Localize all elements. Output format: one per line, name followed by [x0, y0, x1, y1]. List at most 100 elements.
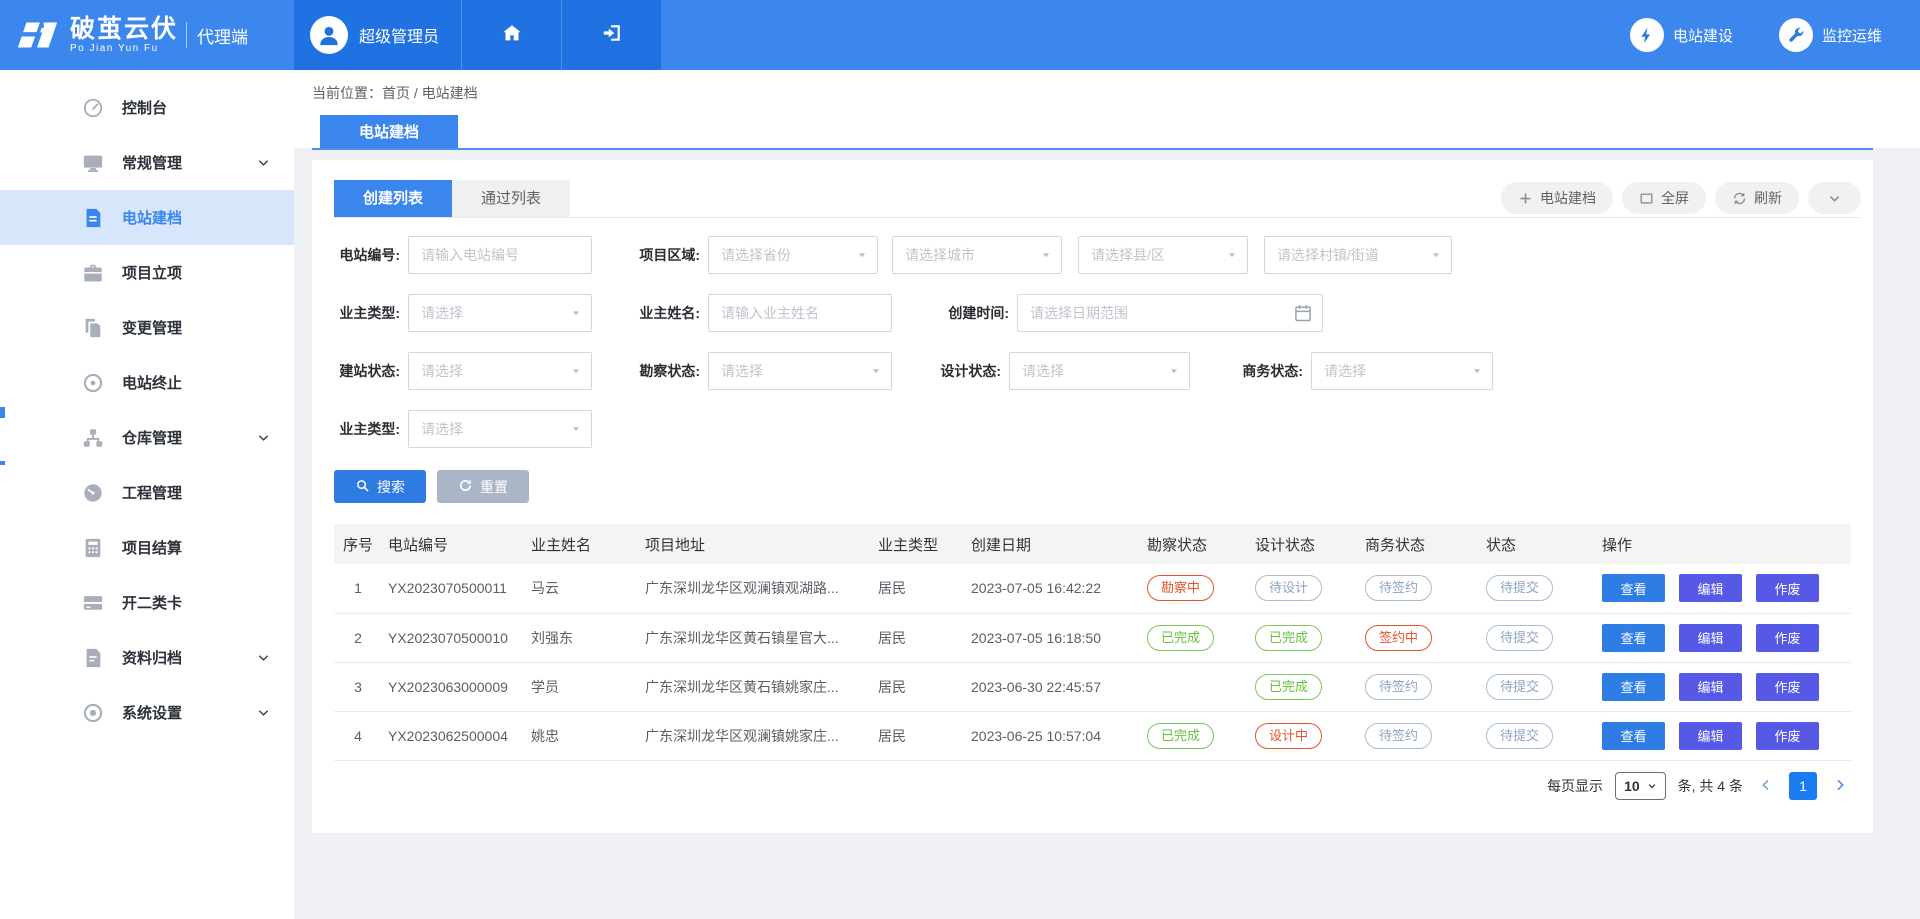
station-code-input[interactable]	[408, 236, 592, 274]
void-button[interactable]: 作废	[1756, 722, 1819, 750]
more-button[interactable]	[1808, 182, 1861, 214]
date-range-input[interactable]	[1017, 294, 1323, 332]
sign-out-icon	[601, 22, 623, 49]
survey-status-select[interactable]: 请选择	[708, 352, 892, 390]
build-status-select[interactable]: 请选择	[408, 352, 592, 390]
sidebar-item-system-settings[interactable]: 系统设置	[0, 685, 294, 740]
cell-index: 1	[334, 564, 382, 613]
plus-icon	[1518, 191, 1533, 206]
edit-button[interactable]: 编辑	[1679, 624, 1742, 652]
field-label: 项目区域:	[614, 245, 700, 265]
caret-down-icon	[1472, 366, 1482, 376]
owner-name-input[interactable]	[708, 294, 892, 332]
owner-type-select[interactable]: 请选择	[408, 294, 592, 332]
sidebar-item-change-management[interactable]: 变更管理	[0, 300, 294, 355]
portal-label: 代理端	[197, 23, 248, 48]
sidebar-item-console[interactable]: 控制台	[0, 80, 294, 135]
refresh-button[interactable]: 刷新	[1715, 182, 1799, 214]
user-menu[interactable]: 超级管理员	[294, 0, 461, 70]
field-label: 商务状态:	[1217, 361, 1303, 381]
prev-page-button[interactable]	[1755, 775, 1777, 797]
app-header: 破茧云伏 Po Jian Yun Fu 代理端 超级管理员 电站建设 监控运维	[0, 0, 1920, 70]
cell-station-code: YX2023063000009	[382, 662, 525, 711]
view-button[interactable]: 查看	[1602, 574, 1665, 602]
cell-business-status: 签约中	[1359, 613, 1480, 662]
status-badge: 待签约	[1365, 723, 1432, 749]
edit-button[interactable]: 编辑	[1679, 574, 1742, 602]
current-page-button[interactable]: 1	[1789, 772, 1817, 800]
sidebar-item-project-settlement[interactable]: 项目结算	[0, 520, 294, 575]
quick-nav-monitor-ops[interactable]: 监控运维	[1779, 18, 1882, 52]
fullscreen-button[interactable]: 全屏	[1622, 182, 1706, 214]
quick-nav-station-build[interactable]: 电站建设	[1630, 18, 1733, 52]
town-select[interactable]: 请选择村镇/街道	[1264, 236, 1452, 274]
sidebar-item-warehouse-management[interactable]: 仓库管理	[0, 410, 294, 465]
logo-icon	[14, 15, 60, 55]
county-select[interactable]: 请选择县/区	[1078, 236, 1248, 274]
view-button[interactable]: 查看	[1602, 624, 1665, 652]
void-button[interactable]: 作废	[1756, 574, 1819, 602]
city-select[interactable]: 请选择城市	[892, 236, 1062, 274]
sidebar-item-second-type-card[interactable]: 开二类卡	[0, 575, 294, 630]
filter-owner-type: 业主类型: 请选择	[314, 294, 592, 332]
next-page-button[interactable]	[1829, 775, 1851, 797]
design-status-select[interactable]: 请选择	[1009, 352, 1190, 390]
table-row: 3YX2023063000009学员广东深圳龙华区黄石镇姚家庄...居民2023…	[334, 662, 1851, 711]
filter-owner-name: 业主姓名:	[614, 294, 892, 332]
column-header: 项目地址	[639, 524, 872, 564]
tab-created[interactable]: 创建列表	[334, 180, 452, 217]
sidebar-menu: 控制台 常规管理 电站建档 项目立项 变更管理 电站终止 仓库管理	[0, 80, 294, 740]
view-button[interactable]: 查看	[1602, 673, 1665, 701]
void-button[interactable]: 作废	[1756, 624, 1819, 652]
cell-owner-type: 居民	[872, 711, 965, 760]
edit-button[interactable]: 编辑	[1679, 673, 1742, 701]
breadcrumb-home-link[interactable]: 首页	[382, 85, 410, 101]
sidebar-item-station-termination[interactable]: 电站终止	[0, 355, 294, 410]
search-button[interactable]: 搜索	[334, 470, 426, 503]
caret-down-icon	[571, 366, 581, 376]
cell-owner-name: 刘强东	[525, 613, 639, 662]
status-badge: 签约中	[1365, 625, 1432, 651]
edit-button[interactable]: 编辑	[1679, 722, 1742, 750]
page-tab-station-archive[interactable]: 电站建档	[320, 115, 458, 148]
sidebar-item-engineering-management[interactable]: 工程管理	[0, 465, 294, 520]
cell-design-status: 已完成	[1249, 662, 1359, 711]
sidebar: 控制台 常规管理 电站建档 项目立项 变更管理 电站终止 仓库管理	[0, 70, 294, 919]
filter-owner-type-2: 业主类型: 请选择	[314, 410, 592, 448]
search-icon	[355, 478, 370, 496]
field-label: 建站状态:	[314, 361, 400, 381]
business-status-select[interactable]: 请选择	[1311, 352, 1493, 390]
sidebar-item-station-archive[interactable]: 电站建档	[0, 190, 294, 245]
void-button[interactable]: 作废	[1756, 673, 1819, 701]
column-header: 状态	[1480, 524, 1596, 564]
tab-passed[interactable]: 通过列表	[452, 180, 570, 217]
cell-owner-type: 居民	[872, 662, 965, 711]
sidebar-item-general-management[interactable]: 常规管理	[0, 135, 294, 190]
cell-station-code: YX2023062500004	[382, 711, 525, 760]
station-table: 序号电站编号业主姓名项目地址业主类型创建日期勘察状态设计状态商务状态状态操作 1…	[334, 524, 1851, 761]
cell-design-status: 待设计	[1249, 564, 1359, 613]
user-name: 超级管理员	[359, 23, 439, 47]
sidebar-item-project-initiation[interactable]: 项目立项	[0, 245, 294, 300]
page-size-select[interactable]: 10	[1615, 772, 1666, 800]
reset-button[interactable]: 重置	[437, 470, 529, 503]
sidebar-item-data-archive[interactable]: 资料归档	[0, 630, 294, 685]
cell-created-date: 2023-07-05 16:42:22	[965, 564, 1141, 613]
status-badge: 待签约	[1365, 575, 1432, 601]
logout-button[interactable]	[561, 0, 661, 70]
view-button[interactable]: 查看	[1602, 722, 1665, 750]
status-badge: 设计中	[1255, 723, 1322, 749]
calculator-icon	[82, 537, 104, 559]
copy-icon	[82, 317, 104, 339]
settings-icon	[82, 702, 104, 724]
field-label: 业主类型:	[314, 303, 400, 323]
total-count-label: 条, 共 4 条	[1678, 776, 1743, 796]
calendar-icon[interactable]	[1293, 303, 1313, 323]
home-button[interactable]	[461, 0, 561, 70]
table-row: 1YX2023070500011马云广东深圳龙华区观澜镇观湖路...居民2023…	[334, 564, 1851, 613]
table-body: 1YX2023070500011马云广东深圳龙华区观澜镇观湖路...居民2023…	[334, 564, 1851, 760]
province-select[interactable]: 请选择省份	[708, 236, 878, 274]
field-label: 设计状态:	[915, 361, 1001, 381]
owner-type-select-2[interactable]: 请选择	[408, 410, 592, 448]
create-button[interactable]: 电站建档	[1501, 182, 1613, 214]
